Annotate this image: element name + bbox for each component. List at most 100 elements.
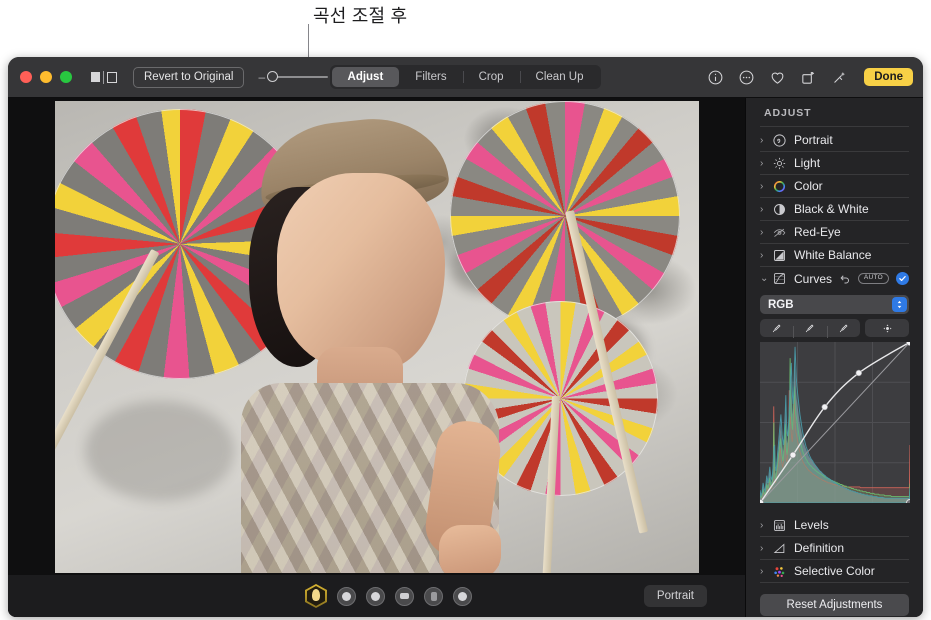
close-window-button[interactable]: [20, 71, 32, 83]
reset-adjustments-label: Reset Adjustments: [787, 599, 883, 611]
chevron-right-icon[interactable]: ›: [760, 135, 772, 146]
chevron-right-icon[interactable]: ›: [760, 566, 772, 577]
white-balance-icon: [772, 248, 787, 263]
done-button[interactable]: Done: [864, 68, 913, 86]
thumb-glyph: [458, 592, 467, 601]
curve-handle[interactable]: [790, 452, 796, 458]
window-body: Portrait ADJUST › Portrait ›: [8, 98, 923, 617]
sidebar-item-white-balance[interactable]: › White Balance: [760, 244, 909, 267]
chevron-updown-glyph: [894, 299, 905, 310]
curve-handle[interactable]: [822, 404, 828, 410]
sidebar-title: ADJUST: [746, 98, 923, 126]
sidebar-item-label: Selective Color: [794, 564, 875, 578]
stage-light-mono-thumb[interactable]: [424, 587, 443, 606]
auto-enhance-wand-icon[interactable]: [831, 69, 848, 86]
portrait-icon: [772, 133, 787, 148]
stepper-updown-icon[interactable]: [892, 297, 907, 312]
eyedropper-group: [760, 319, 860, 337]
chevron-right-icon[interactable]: ›: [760, 250, 772, 261]
color-wheel-icon: [772, 179, 787, 194]
natural-light-thumb[interactable]: [305, 584, 327, 608]
zoom-slider[interactable]: – +: [258, 71, 340, 83]
chevron-right-icon[interactable]: ›: [760, 181, 772, 192]
curves-graph-svg[interactable]: [760, 342, 910, 503]
sidebar-item-selective-color[interactable]: › Selective Color: [760, 560, 909, 583]
traffic-lights: [20, 71, 72, 83]
sidebar-item-levels[interactable]: › Levels: [760, 514, 909, 537]
zoom-slider-track[interactable]: [270, 76, 328, 78]
definition-icon: [772, 541, 787, 556]
photos-editor-window: Revert to Original – + Adjust Filters Cr…: [8, 57, 923, 617]
more-options-icon[interactable]: [738, 69, 755, 86]
window-toolbar: Revert to Original – + Adjust Filters Cr…: [8, 57, 923, 98]
favorite-heart-icon[interactable]: [769, 69, 786, 86]
thumb-glyph: [342, 592, 351, 601]
curves-channel-select[interactable]: RGB: [760, 295, 909, 314]
photo-canvas-area: Portrait: [8, 98, 745, 617]
thumb-glyph: [400, 593, 409, 599]
sidebar-item-label: Light: [794, 156, 820, 170]
chevron-right-icon[interactable]: ›: [760, 227, 772, 238]
revert-arrow-icon[interactable]: [839, 273, 851, 285]
info-icon[interactable]: [707, 69, 724, 86]
red-eye-icon: [772, 225, 787, 240]
sidebar-item-definition[interactable]: › Definition: [760, 537, 909, 560]
tab-clean-up[interactable]: Clean Up: [520, 67, 600, 87]
minimize-window-button[interactable]: [40, 71, 52, 83]
portrait-badge-label: Portrait: [657, 590, 694, 602]
toolbar-right-icons: Done: [707, 68, 913, 86]
portrait-badge[interactable]: Portrait: [644, 585, 707, 607]
reset-adjustments-button[interactable]: Reset Adjustments: [760, 594, 909, 616]
edit-mode-tabs: Adjust Filters Crop Clean Up: [330, 65, 602, 89]
adjust-sidebar: ADJUST › Portrait › Li: [745, 98, 923, 617]
curves-auto-button[interactable]: AUTO: [858, 273, 889, 285]
curves-graph[interactable]: [760, 342, 910, 503]
sidebar-toggle-icon[interactable]: [91, 71, 117, 84]
revert-label: Revert to Original: [144, 71, 233, 83]
zoom-slider-knob[interactable]: [267, 71, 278, 82]
sidebar-item-red-eye[interactable]: › Red-Eye: [760, 221, 909, 244]
zoom-window-button[interactable]: [60, 71, 72, 83]
tab-adjust[interactable]: Adjust: [332, 67, 400, 87]
chevron-right-icon[interactable]: ›: [760, 204, 772, 215]
white-point-eyedropper-icon[interactable]: [827, 323, 860, 334]
add-curve-point-icon[interactable]: [865, 319, 909, 337]
zoom-out-label[interactable]: –: [258, 71, 265, 83]
sidebar-item-curves[interactable]: ⌄ Curves AUTO: [760, 267, 909, 290]
chevron-right-icon[interactable]: ›: [760, 543, 772, 554]
sidebar-lower-items: › Levels ›: [746, 514, 923, 583]
curves-auto-label: AUTO: [864, 274, 883, 281]
sidebar-item-label: Portrait: [794, 133, 833, 147]
studio-light-thumb[interactable]: [337, 587, 356, 606]
gray-point-eyedropper-icon[interactable]: [793, 323, 826, 334]
sidebar-item-black-and-white[interactable]: › Black & White: [760, 198, 909, 221]
contour-light-thumb[interactable]: [366, 587, 385, 606]
tab-crop[interactable]: Crop: [463, 67, 520, 87]
levels-icon: [772, 518, 787, 533]
sidebar-open-square: [107, 72, 117, 83]
sidebar-item-label: Levels: [794, 518, 829, 532]
revert-to-original-button[interactable]: Revert to Original: [133, 67, 244, 88]
chevron-right-icon[interactable]: ›: [760, 158, 772, 169]
right-hand: [439, 525, 501, 573]
sidebar-item-light[interactable]: › Light: [760, 152, 909, 175]
chevron-right-icon[interactable]: ›: [760, 520, 772, 531]
chevron-down-icon[interactable]: ⌄: [760, 273, 772, 284]
curves-enabled-checkbox[interactable]: [896, 272, 909, 285]
curves-icon: [772, 271, 787, 286]
high-key-light-mono-thumb[interactable]: [453, 587, 472, 606]
tab-filters[interactable]: Filters: [399, 67, 462, 87]
sidebar-item-label: Curves: [794, 272, 832, 286]
black-point-eyedropper-icon[interactable]: [760, 323, 793, 334]
sidebar-item-color[interactable]: › Color: [760, 175, 909, 198]
sidebar-filled-square: [91, 72, 100, 82]
rotate-icon[interactable]: [800, 69, 817, 86]
leaf-shadow: [85, 401, 235, 501]
face: [277, 173, 445, 369]
done-label: Done: [874, 71, 903, 83]
sidebar-item-portrait[interactable]: › Portrait: [760, 129, 909, 152]
edited-photo[interactable]: [55, 101, 699, 573]
curves-panel: RGB: [746, 290, 923, 503]
stage-light-thumb[interactable]: [395, 587, 414, 606]
curve-handle[interactable]: [856, 370, 862, 376]
